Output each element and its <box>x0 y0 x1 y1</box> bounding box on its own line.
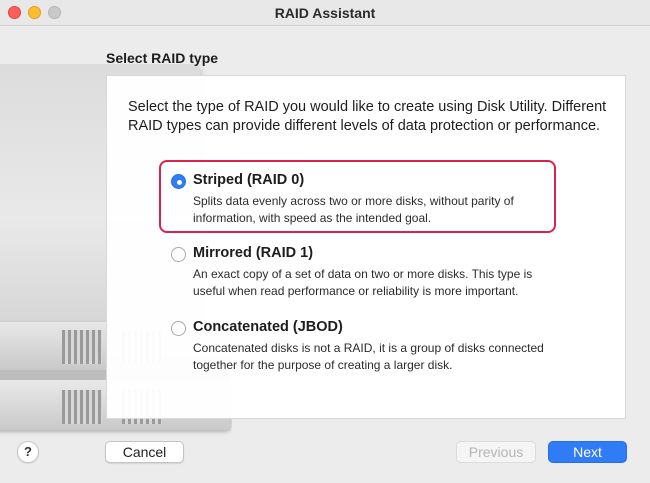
option-description: Concatenated disks is not a RAID, it is … <box>193 341 544 372</box>
raid-assistant-window: RAID Assistant Select RAID type Select t… <box>0 0 650 483</box>
option-title: Mirrored (RAID 1) <box>193 245 314 261</box>
next-button[interactable]: Next <box>548 441 627 463</box>
radio-striped[interactable] <box>171 174 186 189</box>
option-description: An exact copy of a set of data on two or… <box>193 267 533 298</box>
option-title: Striped (RAID 0) <box>193 172 305 188</box>
cancel-button[interactable]: Cancel <box>105 441 184 463</box>
title-bar: RAID Assistant <box>0 0 650 26</box>
previous-button[interactable]: Previous <box>456 441 536 463</box>
help-button[interactable]: ? <box>17 441 39 463</box>
radio-concatenated[interactable] <box>171 321 186 336</box>
section-title: Select RAID type <box>106 50 219 66</box>
raid-type-panel: Select the type of RAID you would like t… <box>106 75 626 419</box>
radio-mirrored[interactable] <box>171 247 186 262</box>
option-description: Splits data evenly across two or more di… <box>193 194 514 225</box>
window-title: RAID Assistant <box>274 5 376 21</box>
intro-text: Select the type of RAID you would like t… <box>128 99 607 134</box>
option-title: Concatenated (JBOD) <box>193 319 343 335</box>
